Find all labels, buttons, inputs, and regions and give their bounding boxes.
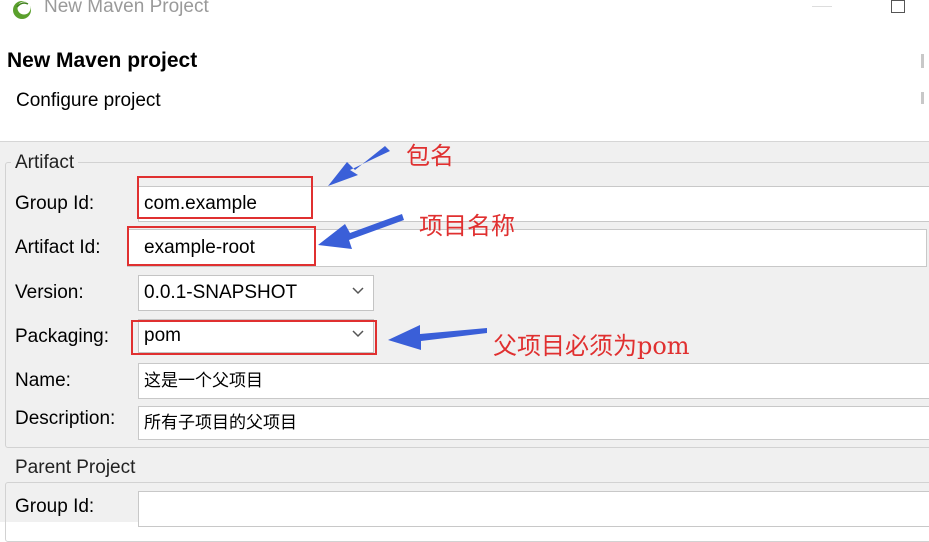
artifact-id-highlight — [127, 226, 316, 266]
version-value: 0.0.1-SNAPSHOT — [144, 282, 298, 303]
wizard-header: New Maven project Configure project — [0, 22, 929, 141]
maximize-icon[interactable] — [891, 0, 905, 13]
name-field[interactable]: 这是一个父项目 — [138, 363, 929, 399]
eclipse-icon — [13, 1, 31, 19]
version-combo[interactable]: 0.0.1-SNAPSHOT — [138, 275, 374, 311]
group-id-label: Group Id: — [15, 193, 95, 214]
parent-group-id-label: Group Id: — [15, 496, 95, 517]
description-label: Description: — [15, 408, 116, 429]
name-label: Name: — [15, 370, 71, 391]
group-id-highlight — [137, 176, 313, 219]
parent-project-legend: Parent Project — [11, 457, 140, 479]
chevron-down-icon — [352, 287, 364, 295]
packaging-annotation: 父项目必须为pom — [493, 332, 690, 360]
parent-group-id-field[interactable] — [138, 491, 929, 527]
header-banner-edge — [921, 92, 924, 104]
packaging-label: Packaging: — [15, 326, 110, 347]
artifact-id-annotation: 项目名称 — [419, 212, 515, 240]
title-bar: New Maven Project — [0, 0, 929, 22]
version-label: Version: — [15, 282, 84, 303]
wizard-title: New Maven project — [7, 49, 198, 72]
minimize-icon[interactable] — [812, 6, 832, 7]
window-title: New Maven Project — [44, 0, 209, 17]
wizard-subtitle: Configure project — [16, 90, 161, 111]
header-banner-edge — [921, 54, 924, 68]
artifact-legend: Artifact — [11, 152, 79, 174]
artifact-id-label: Artifact Id: — [15, 237, 101, 258]
group-id-annotation: 包名 — [406, 142, 454, 170]
description-field[interactable]: 所有子项目的父项目 — [138, 406, 929, 440]
packaging-highlight — [131, 320, 377, 355]
